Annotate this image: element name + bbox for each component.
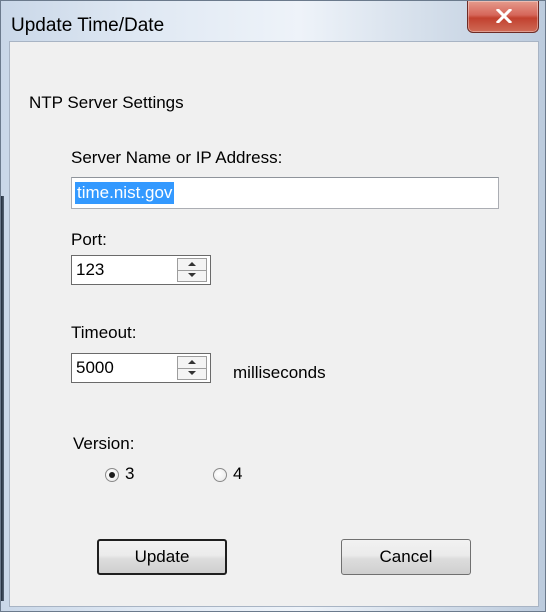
version-label: Version: — [73, 434, 135, 453]
server-label: Server Name or IP Address: — [71, 148, 283, 167]
timeout-value: 5000 — [76, 358, 114, 377]
window-edge — [1, 196, 4, 601]
radio-button-circle — [105, 468, 119, 482]
port-label: Port: — [71, 230, 107, 249]
version-4-radio[interactable]: 4 — [213, 464, 263, 488]
title-bar[interactable]: Update Time/Date — [1, 1, 546, 41]
spin-down-arrow-icon — [188, 273, 196, 277]
server-input[interactable]: time.nist.gov — [71, 177, 499, 209]
port-spin-buttons — [177, 258, 207, 282]
version-3-radio[interactable]: 3 — [105, 464, 155, 488]
timeout-unit-label: milliseconds — [233, 363, 326, 382]
ntp-settings-heading: NTP Server Settings — [29, 93, 184, 112]
version-4-label: 4 — [233, 464, 243, 483]
spin-up-arrow-icon — [188, 360, 196, 364]
window-title: Update Time/Date — [11, 15, 165, 36]
port-stepper[interactable]: 123 — [71, 255, 211, 285]
server-input-value: time.nist.gov — [75, 182, 175, 204]
spin-down-arrow-icon — [188, 371, 196, 375]
update-button[interactable]: Update — [97, 539, 227, 575]
timeout-stepper[interactable]: 5000 — [71, 353, 211, 383]
port-value: 123 — [76, 260, 105, 279]
close-button[interactable] — [467, 1, 539, 33]
timeout-label: Timeout: — [71, 323, 137, 342]
port-decrement-button[interactable] — [178, 270, 206, 281]
radio-button-circle — [213, 468, 227, 482]
timeout-spin-buttons — [177, 356, 207, 380]
close-icon — [496, 9, 512, 23]
radio-selected-dot — [109, 472, 115, 478]
version-3-label: 3 — [125, 464, 135, 483]
cancel-button[interactable]: Cancel — [341, 539, 471, 575]
dialog-window: Update Time/Date NTP Server Settings Ser… — [0, 0, 546, 612]
timeout-decrement-button[interactable] — [178, 368, 206, 379]
spin-up-arrow-icon — [188, 262, 196, 266]
